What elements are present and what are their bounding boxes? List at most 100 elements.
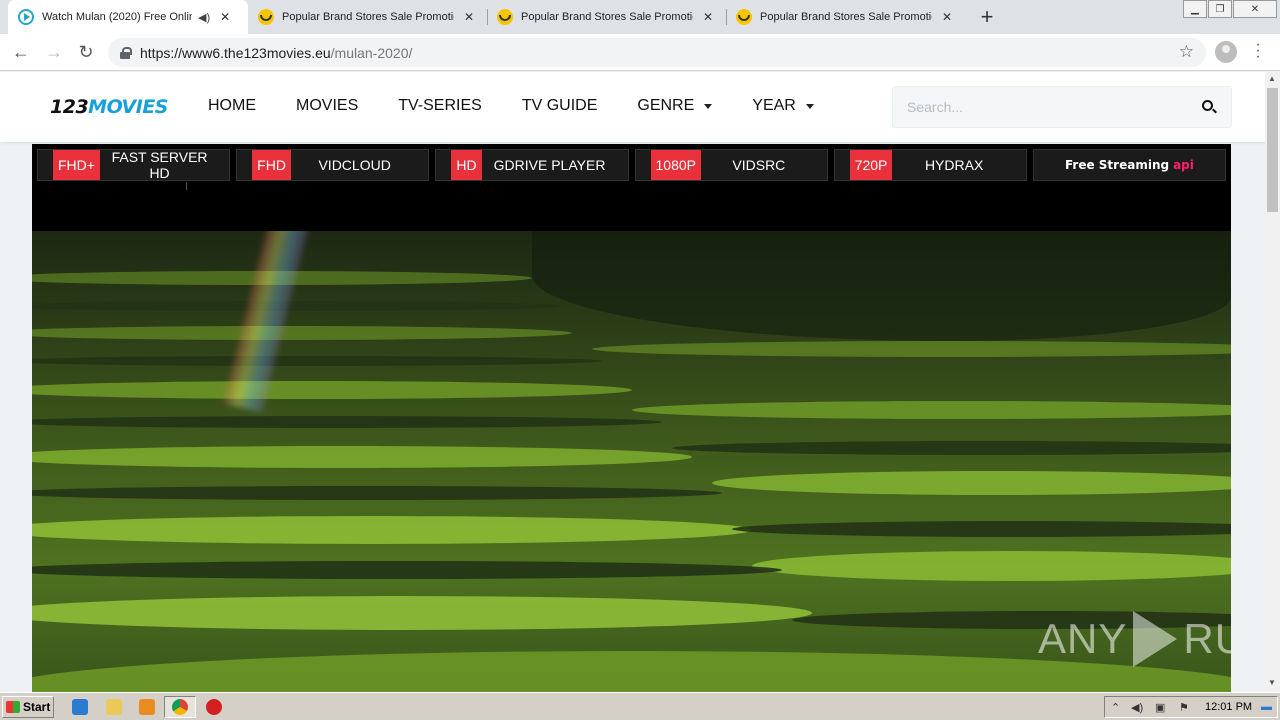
search-icon[interactable] [1202,100,1213,111]
video-terrace [32,446,692,468]
profile-avatar-icon[interactable] [1215,41,1237,63]
forward-icon[interactable]: → [43,41,65,63]
bookmark-star-icon[interactable]: ☆ [1179,42,1194,62]
tab-strip: Watch Mulan (2020) Free Online ◀) ✕ Popu… [0,0,1280,34]
search-input[interactable] [907,97,1177,117]
video-terrace [592,341,1231,357]
site-header: 123MOVIES HOME MOVIES TV-SERIES TV GUIDE… [0,72,1265,142]
close-tab-icon[interactable]: ✕ [220,10,230,24]
tab-promo-2[interactable]: Popular Brand Stores Sale Promotions ✕ [487,0,727,34]
server-button-gdrive-player[interactable]: HD GDRIVE PLAYER [435,149,629,181]
start-button[interactable]: Start [2,696,54,718]
video-player[interactable]: FHD+ FAST SERVER HD FHD VIDCLOUD HD GDRI… [32,144,1231,692]
show-desktop-icon[interactable]: ▬ [1261,701,1272,713]
back-icon[interactable]: ← [10,41,32,63]
tray-expand-icon[interactable]: ⌃ [1111,701,1120,714]
scroll-down-icon[interactable]: ▼ [1268,678,1276,687]
site-logo[interactable]: 123MOVIES [50,96,168,118]
free-streaming-api-button[interactable]: Free Streaming api [1032,149,1227,181]
caret-down-icon [704,103,713,109]
video-terrace [32,381,632,399]
page-scrollbar[interactable]: ▲ ▼ [1265,72,1280,692]
video-terrace-shadow [672,441,1231,455]
video-treeline [532,231,1231,341]
main-nav: HOME MOVIES TV-SERIES TV GUIDE GENRE YEA… [208,97,854,115]
tab-title: Popular Brand Stores Sale Promotions [521,11,693,23]
nav-movies[interactable]: MOVIES [296,97,358,115]
browser-menu-icon[interactable]: · · · [1252,37,1264,65]
chrome-icon [172,699,188,715]
server-button-vidcloud[interactable]: FHD VIDCLOUD [236,149,430,181]
scrollbar-thumb[interactable] [1267,88,1278,212]
nav-label: MOVIES [296,97,359,114]
close-window-icon[interactable]: ✕ [1233,0,1277,18]
media-player-icon[interactable] [139,699,155,715]
address-bar[interactable]: https://www6.the123movies.eu/mulan-2020/… [108,38,1206,67]
clock: 12:01 PM [1205,701,1253,713]
video-frame[interactable]: ANY RUN [32,231,1231,692]
video-terrace [752,551,1231,581]
server-name: HYDRAX [924,157,984,173]
video-terrace [32,516,752,544]
windows-flag-icon [6,701,20,713]
api-banner-accent: api [1173,158,1194,172]
server-button-hydrax[interactable]: 720P HYDRAX [833,149,1027,181]
video-terrace [632,401,1231,419]
folder-icon[interactable] [106,699,122,715]
minimize-icon[interactable]: ▁ [1183,0,1207,18]
lock-icon [120,46,132,59]
play-triangle-icon [1133,611,1178,667]
tab-promo-1[interactable]: Popular Brand Stores Sale Promotions ✕ [248,0,488,34]
url-path: /mulan-2020/ [330,44,413,61]
video-terrace [32,326,572,340]
nav-year[interactable]: YEAR [752,97,814,115]
url-host: https://www6.the123movies.eu [140,44,331,61]
tab-mulan[interactable]: Watch Mulan (2020) Free Online ◀) ✕ [8,0,248,34]
quality-badge: HD [451,150,482,180]
anyrun-watermark: ANY RUN [1038,611,1231,667]
tab-title: Popular Brand Stores Sale Promotions [282,11,454,23]
search-box [892,86,1232,128]
server-list: FHD+ FAST SERVER HD FHD VIDCLOUD HD GDRI… [37,149,1227,181]
nav-label: HOME [208,97,256,114]
watermark-right: RUN [1183,615,1231,662]
network-icon[interactable]: ▣ [1155,701,1165,714]
video-terrace [712,471,1231,495]
scroll-up-icon[interactable]: ▲ [1268,74,1276,83]
nav-tv-guide[interactable]: TV GUIDE [522,97,598,115]
api-banner-text: Free Streaming [1064,158,1170,172]
nav-tv-series[interactable]: TV-SERIES [398,97,482,115]
quality-badge: FHD [252,150,291,180]
internet-explorer-icon[interactable] [72,699,88,715]
new-tab-icon[interactable]: + [975,4,999,30]
video-terrace-shadow [32,356,602,366]
tab-title: Watch Mulan (2020) Free Online [42,11,192,23]
close-tab-icon[interactable]: ✕ [464,10,474,24]
logo-part-word: MOVIES [88,96,168,118]
smiley-icon [497,9,513,25]
server-button-fast-server-hd[interactable]: FHD+ FAST SERVER HD [37,149,231,181]
nav-genre[interactable]: GENRE [637,97,713,115]
server-button-vidsrc[interactable]: 1080P VIDSRC [634,149,828,181]
nav-home[interactable]: HOME [208,97,256,115]
close-tab-icon[interactable]: ✕ [942,10,952,24]
video-terrace-shadow [32,561,782,579]
tab-promo-3[interactable]: Popular Brand Stores Sale Promotions ✕ [726,0,966,34]
speaker-icon[interactable]: ◀) [198,11,210,24]
restore-icon[interactable]: ❐ [1208,0,1232,18]
volume-icon[interactable]: ◀) [1131,701,1143,714]
reload-icon[interactable]: ↻ [75,41,97,63]
nav-label: TV GUIDE [521,97,598,114]
server-name: GDRIVE PLAYER [493,157,606,173]
close-tab-icon[interactable]: ✕ [703,10,713,24]
server-name: VIDSRC [732,157,786,173]
divider [186,182,187,190]
nav-label: YEAR [752,97,796,114]
server-name: VIDCLOUD [318,157,391,173]
start-label: Start [23,700,51,714]
stop-icon[interactable] [206,699,222,715]
flag-icon[interactable]: ⚑ [1179,701,1189,714]
logo-part-number: 123 [50,96,89,118]
video-terrace [32,596,812,630]
nav-label: TV-SERIES [398,97,482,114]
